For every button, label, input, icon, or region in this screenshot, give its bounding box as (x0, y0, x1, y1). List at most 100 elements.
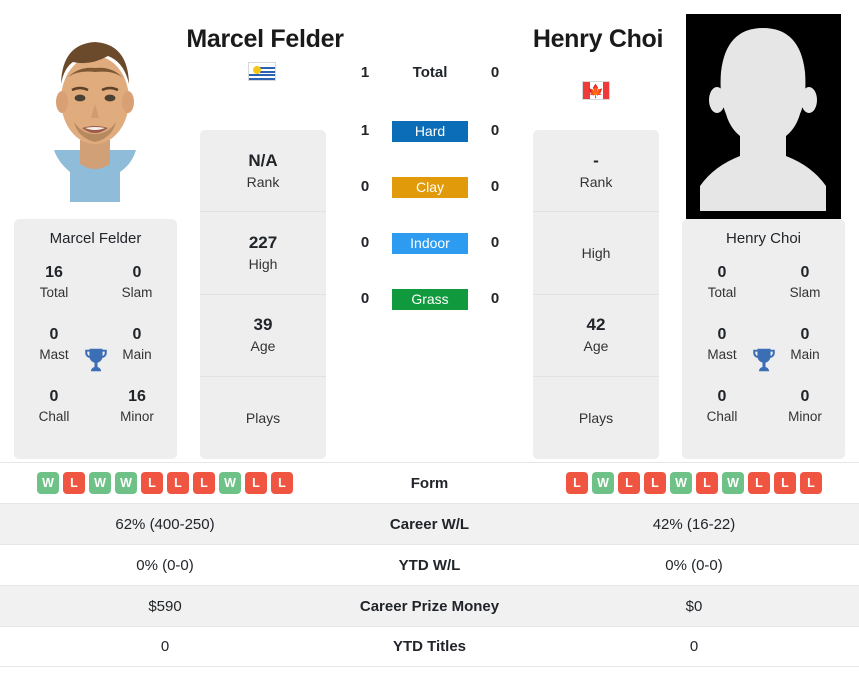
left-rank-cell: N/A Rank (200, 130, 326, 213)
left-titles-main-label: Main (122, 347, 152, 362)
right-age-label: Age (583, 338, 609, 355)
left-titles-mast-value: 0 (49, 326, 59, 343)
h2h-clay-left-value: 0 (360, 178, 370, 195)
right-titles-chall: 0 Chall (690, 387, 754, 426)
right-ytd-wl-value: 0% (0-0) (665, 556, 723, 574)
right-career-prize-money-value: $0 (685, 597, 703, 615)
stats-row-career-wl-label: Career W/L (389, 515, 470, 533)
right-form-badge-loss: L (774, 472, 796, 494)
right-form-badge-loss: L (800, 472, 822, 494)
left-ytd-wl-value: 0% (0-0) (136, 556, 194, 574)
left-form-badges: WLWWLLLWLL (0, 472, 330, 494)
right-titles-slam-label: Slam (789, 285, 821, 300)
left-form-badge-loss: L (245, 472, 267, 494)
left-titles-slam-value: 0 (132, 264, 142, 281)
left-titles-minor-value: 16 (128, 388, 146, 405)
right-rank-label: Rank (579, 173, 613, 190)
right-form-badges: LWLLWLWLLL (529, 472, 859, 494)
left-player-titles-card: Marcel Felder 16 Total 0 Slam 0 Mast 0 M… (14, 219, 177, 459)
surface-badge-clay: Clay (392, 177, 468, 198)
left-player-photo (18, 14, 173, 219)
right-titles-minor-value: 0 (800, 388, 810, 405)
right-ytd-titles-value: 0 (689, 638, 699, 655)
h2h-total-right-value: 0 (490, 64, 500, 81)
left-titles-minor: 16 Minor (105, 387, 169, 426)
left-high-label: High (248, 255, 278, 272)
left-form-badge-win: W (115, 472, 137, 494)
left-age-label: Age (250, 338, 276, 355)
right-titles-main-value: 0 (800, 326, 810, 343)
h2h-row-total: 1 Total 0 (340, 60, 520, 86)
left-titles-total: 16 Total (22, 263, 86, 302)
player-portrait-icon (28, 22, 162, 202)
h2h-row-indoor: 0 Indoor 0 (340, 230, 520, 256)
left-titles-minor-label: Minor (120, 409, 154, 424)
right-player-name: Henry Choi (532, 25, 664, 53)
right-form-badge-loss: L (618, 472, 640, 494)
stats-comparison-table: WLWWLLLWLL Form LWLLWLWLLL 62% (400-250)… (0, 462, 859, 667)
left-form-badge-win: W (89, 472, 111, 494)
left-form-badge-win: W (37, 472, 59, 494)
left-plays-cell: Plays (200, 377, 326, 459)
left-titles-main-value: 0 (132, 326, 142, 343)
surface-badge-hard: Hard (392, 121, 468, 142)
right-titles-mast: 0 Mast (690, 325, 754, 364)
h2h-total-label: Total (412, 64, 448, 81)
left-career-wl-value: 62% (400-250) (115, 515, 215, 533)
stats-row-ytd-wl-label: YTD W/L (398, 556, 461, 574)
left-rank-value: N/A (248, 150, 278, 170)
right-titles-main: 0 Main (773, 325, 837, 364)
left-plays-label: Plays (245, 409, 281, 426)
h2h-indoor-right-value: 0 (490, 234, 500, 251)
left-form-badge-loss: L (141, 472, 163, 494)
right-titles-mast-value: 0 (717, 326, 727, 343)
right-age-cell: 42 Age (533, 295, 659, 377)
surface-badge-grass: Grass (392, 289, 468, 310)
right-age-value: 42 (586, 315, 606, 335)
canada-flag-icon: 🍁 (582, 81, 610, 100)
right-titles-main-label: Main (790, 347, 820, 362)
h2h-grass-left-value: 0 (360, 290, 370, 307)
h2h-grass-right-value: 0 (490, 290, 500, 307)
right-high-cell: High (533, 212, 659, 295)
h2h-row-hard: 1 Hard 0 (340, 118, 520, 144)
right-titles-minor: 0 Minor (773, 387, 837, 426)
left-titles-slam-label: Slam (121, 285, 153, 300)
right-titles-total: 0 Total (690, 263, 754, 302)
left-form-badge-loss: L (63, 472, 85, 494)
right-player-info-card: - Rank High 42 Age Plays (533, 130, 659, 459)
left-titles-main: 0 Main (105, 325, 169, 364)
right-career-wl-value: 42% (16-22) (652, 515, 736, 533)
h2h-row-grass: 0 Grass 0 (340, 286, 520, 312)
right-rank-value: - (593, 150, 599, 170)
right-titles-slam-value: 0 (800, 264, 810, 281)
right-form-badge-loss: L (644, 472, 666, 494)
left-form-badge-win: W (219, 472, 241, 494)
left-titles-total-label: Total (39, 285, 69, 300)
right-form-badge-loss: L (748, 472, 770, 494)
left-titles-chall-label: Chall (38, 409, 70, 424)
left-form-badge-loss: L (271, 472, 293, 494)
uruguay-flag-icon (248, 62, 276, 81)
left-titles-mast-label: Mast (39, 347, 69, 362)
stats-row-career-prize-money-label: Career Prize Money (359, 597, 500, 615)
h2h-row-clay: 0 Clay 0 (340, 174, 520, 200)
stats-row-form-label: Form (410, 474, 449, 492)
stats-row-ytd-wl: 0% (0-0) YTD W/L 0% (0-0) (0, 544, 859, 585)
right-plays-label: Plays (578, 409, 614, 426)
left-high-value: 227 (248, 232, 278, 252)
stats-row-ytd-titles: 0 YTD Titles 0 (0, 626, 859, 667)
left-form-badge-loss: L (167, 472, 189, 494)
person-silhouette-icon (686, 14, 841, 219)
right-form-badge-loss: L (566, 472, 588, 494)
right-titles-total-label: Total (707, 285, 737, 300)
player-comparison-page: Marcel Felder Henry Choi 🍁 1 Total 0 1 H… (0, 0, 859, 681)
left-titles-card-name: Marcel Felder (49, 230, 142, 247)
h2h-clay-right-value: 0 (490, 178, 500, 195)
left-age-cell: 39 Age (200, 295, 326, 377)
left-age-value: 39 (253, 315, 273, 335)
right-player-silhouette-image (686, 14, 841, 219)
stats-row-career-wl: 62% (400-250) Career W/L 42% (16-22) (0, 503, 859, 544)
left-player-name: Marcel Felder (186, 25, 344, 53)
right-form-badge-win: W (592, 472, 614, 494)
